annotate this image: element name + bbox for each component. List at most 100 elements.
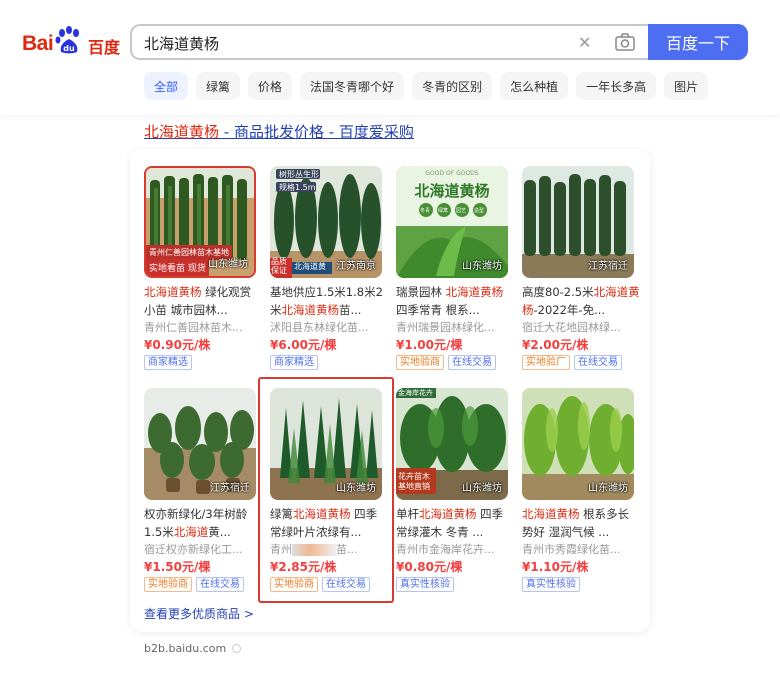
product-price: ¥0.90元/株 [144,338,211,352]
result-title-link[interactable]: 北海道黄杨 - 商品批发价格 - 百度爱采购 [144,121,414,142]
seller-name: 青州 苗... [270,543,358,556]
tag-how-to-plant[interactable]: 怎么种植 [500,72,569,100]
product-item[interactable]: 山东潍坊 绿篱北海道黄杨 四季常绿叶片浓绿有... 青州 苗... ¥2.85元/… [270,388,390,603]
image-text-shape: 树形丛生形 [279,170,319,179]
chip-verified-merchant: 实地验商 [396,355,444,370]
product-image: 金海岸花卉 花卉苗木基地直销 山东潍坊 [396,388,508,500]
product-image: 江苏宿迁 [144,388,256,500]
redacted-blur [292,544,336,556]
chip-verified-merchant: 实地验商 [270,577,318,592]
image-top-caption: 金海岸花卉 [398,389,433,397]
product-item[interactable]: 树形丛生形 规格1.5m 品质保证 北海道黄 江苏南京 基地供应1.5米1.8米… [270,166,390,381]
chip-online-trade: 在线交易 [448,355,496,370]
chip-merchant-select: 商家精选 [144,355,192,370]
result-title-rest: - 商品批发价格 - 百度爱采购 [219,123,414,141]
clear-icon[interactable]: ✕ [578,33,591,52]
chip-online-trade: 在线交易 [574,355,622,370]
desc-keyword: 北海道黄杨 [281,303,340,317]
image-chip: 绿篱 [438,208,449,214]
chip-merchant-select: 商家精选 [270,355,318,370]
info-icon[interactable] [232,644,242,653]
image-title: 北海道黄杨 [414,182,490,200]
product-description: 基地供应1.5米1.8米2米北海道黄杨苗... [270,283,388,319]
tag-hedge[interactable]: 绿篱 [196,72,241,100]
seller-name: 青州仁善园林苗木... [144,321,243,334]
image-text-tag: 北海道黄 [294,262,326,271]
paw-icon: du [55,26,79,54]
product-item[interactable]: 江苏宿迁 高度80-2.5米北海道黄杨-2022年-免... 宿迁大花地园林绿.… [522,166,642,381]
desc-text: 高度80-2.5米 [522,285,594,299]
product-price: ¥0.80元/棵 [396,560,463,574]
location-label: 山东潍坊 [208,259,248,270]
svg-text:du: du [63,44,75,53]
image-chip: 冬青 [420,208,431,214]
tag-growth-per-year[interactable]: 一年长多高 [576,72,657,100]
product-item[interactable]: 青州仁善园林苗木基地 实地看苗 现货 山东潍坊 北海道黄杨 绿化观赏小苗 城市园… [144,166,264,381]
desc-keyword: 北海道 [173,525,209,539]
image-badge: 实地看苗 现货 [146,259,209,276]
search-box: ✕ [130,24,650,60]
product-price: ¥1.10元/株 [522,560,589,574]
product-price: ¥2.85元/株 [270,560,337,574]
chip-authenticity-verified: 真实性核验 [396,577,454,592]
desc-text: 单杆 [396,507,419,521]
product-description: 高度80-2.5米北海道黄杨-2022年-免... [522,283,640,319]
product-price: ¥2.00元/株 [522,338,589,352]
logo-du-text: 百度 [88,38,121,57]
tag-holly-difference[interactable]: 冬青的区别 [412,72,493,100]
search-input[interactable] [144,32,564,54]
location-label: 山东潍坊 [462,483,502,494]
image-chip: 园艺 [456,208,467,214]
chip-online-trade: 在线交易 [322,577,370,592]
product-item[interactable]: 金海岸花卉 花卉苗木基地直销 山东潍坊 单杆北海道黄杨 四季常绿灌木 冬青 ..… [396,388,516,603]
desc-keyword: 北海道黄杨 [144,285,202,299]
product-item[interactable]: 山东潍坊 北海道黄杨 根系多长势好 湿润气候 ... 青州市秀霞绿化苗... ¥… [522,388,642,603]
product-description: 单杆北海道黄杨 四季常绿灌木 冬青 ... [396,505,514,541]
product-image: 树形丛生形 规格1.5m 品质保证 北海道黄 江苏南京 [270,166,382,278]
desc-keyword: 北海道黄杨 [293,507,351,521]
desc-text: 四季常青 根系... [396,303,480,317]
product-price: ¥1.50元/棵 [144,560,211,574]
tag-all[interactable]: 全部 [144,72,189,100]
search-button[interactable]: 百度一下 [648,24,748,60]
desc-text: 苗... [339,303,362,317]
product-item[interactable]: 江苏宿迁 权亦新绿化/3年树龄1.5米北海道黄... 宿迁权亦新绿化工... ¥… [144,388,264,603]
seller-name: 青州市秀霞绿化苗... [522,543,621,556]
product-image: 山东潍坊 [270,388,382,500]
logo-bai-text: Bai [22,32,54,55]
chip-online-trade: 在线交易 [196,577,244,592]
related-tags: 全部 绿篱 价格 法国冬青哪个好 冬青的区别 怎么种植 一年长多高 图片 [144,72,709,100]
tag-french-holly[interactable]: 法国冬青哪个好 [300,72,405,100]
location-label: 江苏南京 [336,261,376,272]
desc-text: 瑞景园林 [396,285,446,299]
header: Bai du 百度 ✕ 百度一下 全部 绿篱 价格 法国冬青哪个好 冬青的区别 … [0,0,780,115]
location-label: 江苏宿迁 [588,261,628,272]
product-description: 绿篱北海道黄杨 四季常绿叶片浓绿有... [270,505,388,541]
seller-name: 宿迁权亦新绿化工... [144,543,243,556]
location-label: 山东潍坊 [588,483,628,494]
seller-name: 沭阳县东林绿化苗... [270,321,369,334]
desc-keyword: 北海道黄杨 [419,507,477,521]
product-image: GOOD OF GOODS 北海道黄杨 冬青 绿篱 园艺 造型 山东潍坊 [396,166,508,278]
tag-images[interactable]: 图片 [664,72,709,100]
product-description: 权亦新绿化/3年树龄1.5米北海道黄... [144,505,262,541]
product-item[interactable]: GOOD OF GOODS 北海道黄杨 冬青 绿篱 园艺 造型 山东潍坊 瑞景园… [396,166,516,381]
camera-icon[interactable] [614,32,636,52]
product-description: 瑞景园林 北海道黄杨 四季常青 根系... [396,283,514,319]
product-image: 江苏宿迁 [522,166,634,278]
product-price: ¥1.00元/棵 [396,338,463,352]
more-products-link[interactable]: 查看更多优质商品 > [144,605,254,622]
seller-name: 青州市金海岸花卉... [396,543,495,556]
image-chip: 造型 [474,208,485,214]
desc-text: -2022年-免... [533,303,606,317]
chip-verified-merchant: 实地验商 [144,577,192,592]
chip-verified-factory: 实地验厂 [522,355,570,370]
baidu-logo[interactable]: Bai du 百度 [22,24,122,60]
image-text-spec: 规格1.5m [279,183,316,192]
location-label: 江苏宿迁 [210,483,250,494]
image-subtitle: GOOD OF GOODS [425,170,479,177]
seller-name: 宿迁大花地园林绿... [522,321,621,334]
image-badge: 品质保证 [271,257,287,275]
product-description: 北海道黄杨 根系多长势好 湿润气候 ... [522,505,640,541]
tag-price[interactable]: 价格 [248,72,293,100]
